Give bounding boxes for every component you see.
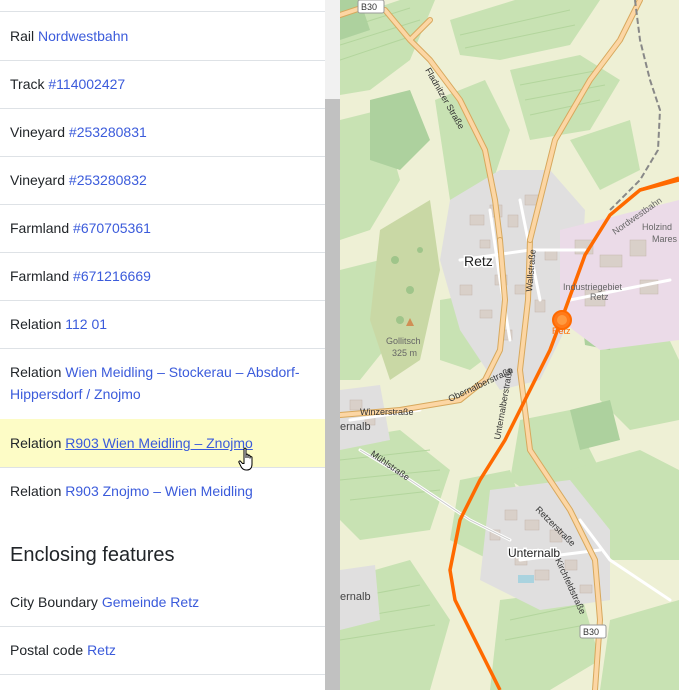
peak-label: 325 m [392, 348, 417, 358]
feature-type: Vineyard [10, 172, 66, 188]
feature-type: Vineyard [10, 124, 66, 140]
list-item: City Boundary Gemeinde Retz [0, 578, 325, 627]
road-label-b30: B30 [361, 2, 377, 12]
place-label: Industriegebiet [563, 282, 623, 292]
place-label: Mares [652, 234, 678, 244]
list-item: Vineyard #253280831 [0, 108, 325, 157]
station-label: Retz [552, 326, 571, 336]
feature-type: Farmland [10, 268, 70, 284]
feature-link[interactable]: R903 Wien Meidling – Znojmo [65, 435, 253, 451]
list-item: Track #114002427 [0, 60, 325, 109]
list-item: Vineyard #253280832 [0, 156, 325, 205]
feature-type: Farmland [10, 220, 70, 236]
feature-link[interactable]: R903 Znojmo – Wien Meidling [65, 483, 253, 499]
place-label: ernalb [340, 421, 371, 433]
feature-type: Relation [10, 483, 62, 499]
town-label: Unternalb [508, 546, 560, 560]
feature-link[interactable]: Gemeinde Retz [102, 594, 199, 610]
road-label-b30: B30 [583, 627, 599, 637]
scrollbar-thumb[interactable] [325, 99, 340, 690]
list-item: Farmland #670705361 [0, 204, 325, 253]
place-label: Retz [590, 292, 609, 302]
map-canvas[interactable]: B30 B30 Fladnitzer Straße Nordwestbahn H… [340, 0, 679, 690]
feature-link[interactable]: #671216669 [73, 268, 151, 284]
feature-link[interactable]: 112 01 [65, 316, 107, 332]
feature-link[interactable]: #114002427 [48, 76, 125, 92]
feature-type: Relation [10, 316, 62, 332]
place-label: ernalb [340, 591, 371, 603]
map[interactable]: B30 B30 Fladnitzer Straße Nordwestbahn H… [340, 0, 679, 690]
feature-type: Rail [10, 28, 35, 44]
peak-label: Gollitsch [386, 336, 421, 346]
list-item: Postal code Retz [0, 626, 325, 675]
feature-link[interactable]: Retz [87, 642, 116, 658]
hand-cursor-icon [238, 447, 253, 471]
feature-type: Track [10, 76, 45, 92]
street-label: Winzerstraße [360, 407, 414, 417]
feature-type: Postal code [10, 642, 84, 658]
feature-type: Relation [10, 435, 62, 451]
list-item: Relation R903 Znojmo – Wien Meidling [0, 467, 325, 516]
feature-link[interactable]: #253280831 [69, 124, 147, 140]
list-item: Relation Wien Meidling – Stockerau – Abs… [0, 348, 325, 420]
place-label: Holzind [642, 222, 672, 232]
feature-type: Relation [10, 364, 62, 380]
list-item-highlighted: Relation R903 Wien Meidling – Znojmo [0, 419, 325, 468]
town-label: Retz [464, 253, 493, 269]
sidebar: Rail Nordwestbahn Track #114002427 Viney… [0, 0, 325, 690]
list-item: Relation 112 01 [0, 300, 325, 349]
list-item: Rail Nordwestbahn [0, 12, 325, 61]
feature-link[interactable]: #670705361 [73, 220, 151, 236]
feature-type: City Boundary [10, 594, 98, 610]
section-heading: Enclosing features [10, 544, 175, 566]
feature-link[interactable]: #253280832 [69, 172, 147, 188]
feature-link[interactable]: Nordwestbahn [38, 28, 128, 44]
list-item: Farmland #671216669 [0, 252, 325, 301]
list-item-partial [0, 0, 325, 12]
